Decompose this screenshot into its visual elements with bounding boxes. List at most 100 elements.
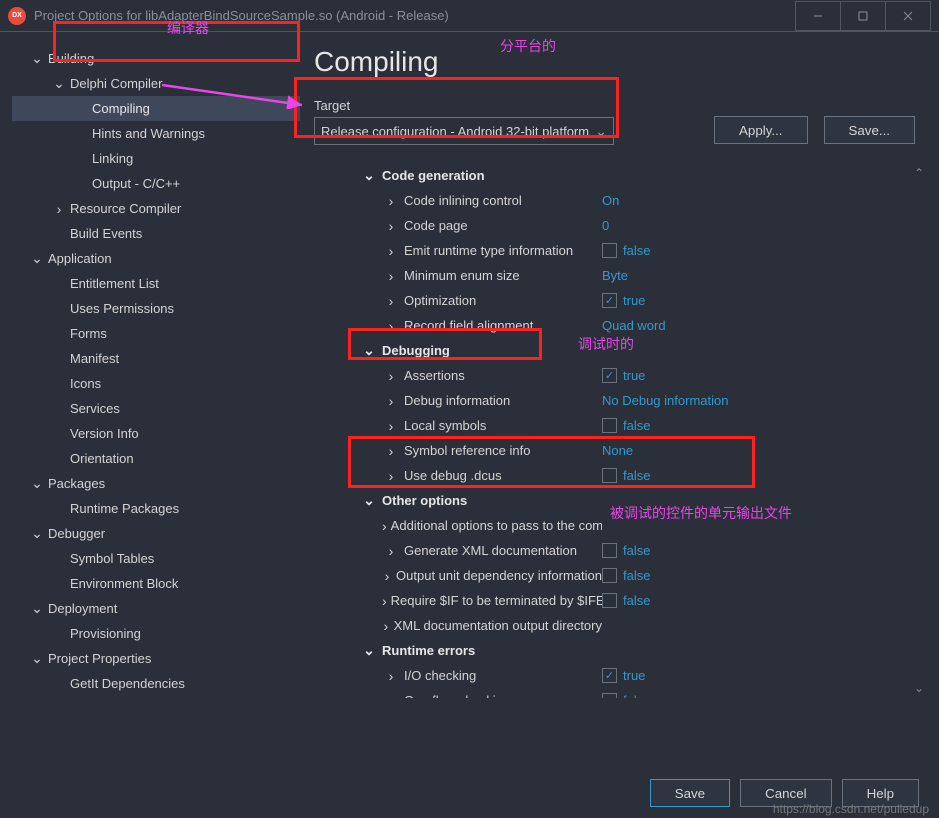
sidebar-item-label: Version Info bbox=[70, 426, 139, 441]
sidebar-item[interactable]: Project Properties bbox=[12, 646, 300, 671]
chevron-right-icon bbox=[382, 243, 400, 259]
checkbox[interactable] bbox=[602, 593, 617, 608]
property-value[interactable]: false bbox=[602, 243, 885, 258]
sidebar-item[interactable]: Environment Block bbox=[12, 571, 300, 596]
sidebar-item[interactable]: Output - C/C++ bbox=[12, 171, 300, 196]
footer-save-button[interactable]: Save bbox=[650, 779, 730, 807]
maximize-button[interactable] bbox=[840, 1, 886, 31]
property-value[interactable]: None bbox=[602, 443, 885, 458]
sidebar-item[interactable]: Orientation bbox=[12, 446, 300, 471]
checkbox[interactable] bbox=[602, 543, 617, 558]
property-row[interactable]: Code inlining controlOn bbox=[360, 188, 885, 213]
property-value[interactable]: Quad word bbox=[602, 318, 885, 333]
sidebar-item[interactable]: Resource Compiler bbox=[12, 196, 300, 221]
sidebar-item[interactable]: Deployment bbox=[12, 596, 300, 621]
property-row[interactable]: Generate XML documentation false bbox=[360, 538, 885, 563]
property-row[interactable]: Overflow checking false bbox=[360, 688, 885, 698]
section-header[interactable]: Code generation bbox=[360, 163, 885, 188]
property-value[interactable]: ✓true bbox=[602, 368, 885, 383]
checkbox[interactable]: ✓ bbox=[602, 368, 617, 383]
sidebar-item[interactable]: Debugger bbox=[12, 521, 300, 546]
chevron-right-icon bbox=[382, 693, 400, 699]
sidebar-item[interactable]: Uses Permissions bbox=[12, 296, 300, 321]
property-value[interactable]: false bbox=[602, 593, 885, 608]
sidebar-item[interactable]: Runtime Packages bbox=[12, 496, 300, 521]
content-pane: Compiling Target Release configuration -… bbox=[300, 32, 939, 768]
property-value[interactable]: false bbox=[602, 693, 885, 698]
section-label: Other options bbox=[382, 493, 467, 508]
property-value[interactable]: false bbox=[602, 468, 885, 483]
property-row[interactable]: Output unit dependency informationfalse bbox=[360, 563, 885, 588]
sidebar-item[interactable]: Compiling bbox=[12, 96, 300, 121]
close-button[interactable] bbox=[885, 1, 931, 31]
checkbox[interactable]: ✓ bbox=[602, 668, 617, 683]
checkbox[interactable] bbox=[602, 693, 617, 698]
minimize-button[interactable] bbox=[795, 1, 841, 31]
sidebar-item[interactable]: Packages bbox=[12, 471, 300, 496]
property-value[interactable]: false bbox=[602, 418, 885, 433]
property-label: Local symbols bbox=[404, 418, 486, 433]
chevron-right-icon bbox=[382, 418, 400, 434]
section-header[interactable]: Runtime errors bbox=[360, 638, 885, 663]
sidebar-item-label: GetIt Dependencies bbox=[70, 676, 185, 691]
sidebar-item[interactable]: Application bbox=[12, 246, 300, 271]
property-row[interactable]: Record field alignmentQuad word bbox=[360, 313, 885, 338]
sidebar-tree[interactable]: BuildingDelphi CompilerCompilingHints an… bbox=[0, 32, 300, 768]
section-header[interactable]: Other options bbox=[360, 488, 885, 513]
save-button[interactable]: Save... bbox=[824, 116, 916, 144]
dx-logo: DX bbox=[8, 7, 26, 25]
checkbox[interactable] bbox=[602, 468, 617, 483]
property-row[interactable]: Debug informationNo Debug information bbox=[360, 388, 885, 413]
sidebar-item[interactable]: Linking bbox=[12, 146, 300, 171]
property-row[interactable]: Assertions✓true bbox=[360, 363, 885, 388]
section-header[interactable]: Debugging bbox=[360, 338, 885, 363]
sidebar-item[interactable]: Entitlement List bbox=[12, 271, 300, 296]
property-value[interactable]: false bbox=[602, 543, 885, 558]
property-row[interactable]: Emit runtime type informationfalse bbox=[360, 238, 885, 263]
sidebar-item-label: Orientation bbox=[70, 451, 134, 466]
property-value[interactable]: ✓true bbox=[602, 293, 885, 308]
checkbox[interactable] bbox=[602, 418, 617, 433]
checkbox[interactable] bbox=[602, 568, 617, 583]
property-row[interactable]: Additional options to pass to the compil… bbox=[360, 513, 885, 538]
sidebar-item[interactable]: Building bbox=[12, 46, 300, 71]
sidebar-item[interactable]: Manifest bbox=[12, 346, 300, 371]
property-value[interactable]: 0 bbox=[602, 218, 885, 233]
sidebar-item[interactable]: GetIt Dependencies bbox=[12, 671, 300, 696]
apply-button[interactable]: Apply... bbox=[714, 116, 807, 144]
sidebar-item[interactable]: Delphi Compiler bbox=[12, 71, 300, 96]
sidebar-item[interactable]: Symbol Tables bbox=[12, 546, 300, 571]
sidebar-item[interactable]: Build Events bbox=[12, 221, 300, 246]
property-value[interactable]: false bbox=[602, 568, 885, 583]
chevron-down-icon bbox=[595, 123, 607, 140]
property-row[interactable]: XML documentation output directory bbox=[360, 613, 885, 638]
chevron-right-icon bbox=[382, 568, 392, 584]
sidebar-item[interactable]: Icons bbox=[12, 371, 300, 396]
property-row[interactable]: Optimization✓true bbox=[360, 288, 885, 313]
property-row[interactable]: Use debug .dcusfalse bbox=[360, 463, 885, 488]
property-label: Generate XML documentation bbox=[404, 543, 577, 558]
property-row[interactable]: Local symbols false bbox=[360, 413, 885, 438]
sidebar-item[interactable]: Forms bbox=[12, 321, 300, 346]
scroll-down-icon[interactable]: ⌄ bbox=[909, 678, 929, 698]
property-label: Overflow checking bbox=[404, 693, 510, 698]
target-combo[interactable]: Release configuration - Android 32-bit p… bbox=[314, 117, 614, 145]
sidebar-item[interactable]: Version Info bbox=[12, 421, 300, 446]
sidebar-item-label: Project Properties bbox=[48, 651, 151, 666]
sidebar-item[interactable]: Hints and Warnings bbox=[12, 121, 300, 146]
property-value[interactable]: Byte bbox=[602, 268, 885, 283]
sidebar-item[interactable]: Services bbox=[12, 396, 300, 421]
checkbox[interactable]: ✓ bbox=[602, 293, 617, 308]
scroll-up-icon[interactable]: ⌃ bbox=[909, 163, 929, 183]
sidebar-item[interactable]: Provisioning bbox=[12, 621, 300, 646]
property-value[interactable]: ✓true bbox=[602, 668, 885, 683]
property-row[interactable]: Symbol reference infoNone bbox=[360, 438, 885, 463]
property-row[interactable]: Require $IF to be terminated by $IFENDfa… bbox=[360, 588, 885, 613]
property-row[interactable]: Minimum enum sizeByte bbox=[360, 263, 885, 288]
property-value[interactable]: On bbox=[602, 193, 885, 208]
property-value[interactable]: No Debug information bbox=[602, 393, 885, 408]
property-row[interactable]: Code page0 bbox=[360, 213, 885, 238]
property-row[interactable]: I/O checking✓true bbox=[360, 663, 885, 688]
checkbox[interactable] bbox=[602, 243, 617, 258]
chevron-right-icon bbox=[382, 218, 400, 234]
